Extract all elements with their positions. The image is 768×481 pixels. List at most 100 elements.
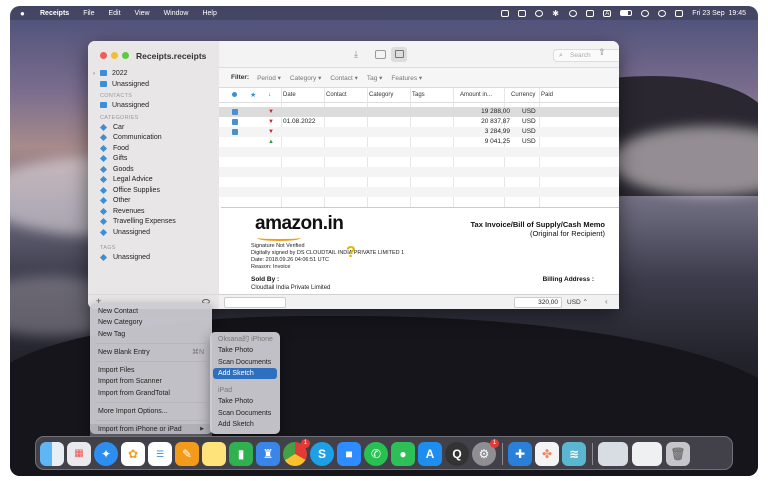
sidebar-item-car[interactable]: Car: [88, 123, 219, 134]
zoom-icon[interactable]: ■: [337, 442, 361, 466]
column-tags[interactable]: Tags: [412, 92, 425, 98]
status-app-icon[interactable]: [586, 9, 595, 17]
menu-view[interactable]: View: [135, 10, 150, 17]
menu-import-iphone-ipad[interactable]: Import from iPhone or iPad ▶: [90, 424, 212, 436]
status-app-icon[interactable]: [569, 9, 578, 17]
sidebar-item-2022[interactable]: › 2022: [88, 69, 219, 80]
sidebar-item-other[interactable]: Other: [88, 196, 219, 207]
table-row[interactable]: ▼ 3 284,99 USD: [219, 127, 619, 137]
currency-select[interactable]: USD ⌃: [567, 298, 588, 306]
quicktime-icon[interactable]: Q: [445, 442, 469, 466]
table-row[interactable]: ▲ 9 041,25 USD: [219, 137, 619, 147]
menu-new-blank-entry[interactable]: New Blank Entry ⌘N: [90, 347, 212, 358]
search-field[interactable]: ⌕ Search: [553, 49, 619, 62]
submenu-iphone-take-photo[interactable]: Take Photo: [210, 345, 280, 356]
sidebar-item-unassigned-category[interactable]: Unassigned: [88, 228, 219, 239]
sidebar-item-gifts[interactable]: Gifts: [88, 154, 219, 165]
whatsapp-icon[interactable]: ✆: [364, 442, 388, 466]
menu-new-contact[interactable]: New Contact: [90, 306, 212, 317]
sidebar-item-communication[interactable]: Communication: [88, 133, 219, 144]
sidebar-item-unassigned-tag[interactable]: Unassigned: [88, 253, 219, 264]
wechat-icon[interactable]: ●: [391, 442, 415, 466]
receipt-preview[interactable]: amazon.in Tax Invoice/Bill of Supply/Cas…: [221, 207, 619, 291]
bluetooth-icon[interactable]: ✱: [552, 9, 560, 17]
flag-column-icon[interactable]: ↓: [268, 92, 271, 98]
nimbus-icon[interactable]: ✤: [535, 442, 559, 466]
system-preferences-icon[interactable]: ⚙ 1: [472, 439, 499, 466]
column-paid[interactable]: Paid: [541, 92, 553, 98]
column-amount[interactable]: Amount in...: [460, 92, 492, 98]
zoom-window-button[interactable]: [122, 52, 129, 59]
status-app-icon[interactable]: [518, 9, 527, 17]
sidebar-item-revenues[interactable]: Revenues: [88, 207, 219, 218]
menu-import-files[interactable]: Import Files: [90, 365, 212, 376]
safari-icon[interactable]: ✦: [94, 442, 118, 466]
sidebar-item-travelling-expenses[interactable]: Travelling Expenses: [88, 217, 219, 228]
control-center-icon[interactable]: [675, 9, 684, 17]
trash-icon[interactable]: 🗑: [666, 442, 690, 466]
column-contact[interactable]: Contact: [326, 92, 347, 98]
filter-tag[interactable]: Tag ▾: [367, 74, 383, 82]
menu-file[interactable]: File: [83, 10, 94, 17]
menu-new-category[interactable]: New Category: [90, 317, 212, 328]
star-icon[interactable]: ★: [250, 91, 256, 99]
sidebar-item-office-supplies[interactable]: Office Supplies: [88, 186, 219, 197]
minimize-window-button[interactable]: [111, 52, 118, 59]
sidebar-item-legal-advice[interactable]: Legal Advice: [88, 175, 219, 186]
search-icon[interactable]: [658, 9, 667, 17]
menu-import-scanner[interactable]: Import from Scanner: [90, 376, 212, 387]
downloads-icon[interactable]: [598, 442, 628, 466]
menu-window[interactable]: Window: [164, 10, 189, 17]
menu-edit[interactable]: Edit: [108, 10, 120, 17]
notes-icon[interactable]: [202, 442, 226, 466]
sidebar-item-unassigned-year[interactable]: Unassigned: [88, 80, 219, 91]
apple-icon[interactable]: ●: [20, 9, 30, 18]
details-field[interactable]: [224, 297, 286, 308]
wifi-icon[interactable]: [641, 9, 650, 17]
receipts-app-icon[interactable]: ✚: [508, 442, 532, 466]
skype-icon[interactable]: S: [310, 442, 334, 466]
download-icon[interactable]: ⤓: [351, 50, 361, 59]
reminders-icon[interactable]: ☰: [148, 442, 172, 466]
submenu-iphone-scan-documents[interactable]: Scan Documents: [210, 357, 280, 368]
chevron-left-icon[interactable]: ‹: [605, 297, 608, 306]
photos-icon[interactable]: ✿: [121, 442, 145, 466]
sidebar-item-food[interactable]: Food: [88, 144, 219, 155]
submenu-ipad-take-photo[interactable]: Take Photo: [210, 396, 280, 407]
sidebar-item-unassigned-contact[interactable]: Unassigned: [88, 101, 219, 112]
table-row[interactable]: ▼ 19 288,00 USD: [219, 107, 619, 117]
finder-icon[interactable]: [40, 442, 64, 466]
menu-help[interactable]: Help: [202, 10, 216, 17]
column-category[interactable]: Category: [369, 92, 393, 98]
stack-icon[interactable]: ≋: [562, 442, 586, 466]
menu-more-import-options[interactable]: More Import Options...: [90, 406, 212, 417]
share-icon[interactable]: ⇪: [597, 48, 607, 57]
split-view-icon[interactable]: [375, 50, 386, 59]
filter-category[interactable]: Category ▾: [290, 74, 321, 82]
menu-new-tag[interactable]: New Tag: [90, 329, 212, 340]
launchpad-icon[interactable]: ▦: [67, 442, 91, 466]
sidebar-item-goods[interactable]: Goods: [88, 165, 219, 176]
filter-period[interactable]: Period ▾: [257, 74, 281, 82]
submenu-ipad-scan-documents[interactable]: Scan Documents: [210, 408, 280, 419]
table-row[interactable]: ▼ 01.08.2022 20 837,87 USD: [219, 117, 619, 127]
amount-field[interactable]: 320,00: [514, 297, 562, 308]
numbers-icon[interactable]: ▮: [229, 442, 253, 466]
submenu-iphone-add-sketch[interactable]: Add Sketch: [213, 367, 277, 380]
keynote-icon[interactable]: ♜: [256, 442, 280, 466]
menu-import-grandtotal[interactable]: Import from GrandTotal: [90, 388, 212, 399]
column-status[interactable]: [232, 92, 237, 99]
pages-icon[interactable]: ✎: [175, 442, 199, 466]
column-currency[interactable]: Currency: [511, 92, 535, 98]
receipts-doc-icon[interactable]: [632, 442, 662, 466]
battery-icon[interactable]: [620, 10, 633, 16]
filter-contact[interactable]: Contact ▾: [330, 74, 357, 82]
menu-app-name[interactable]: Receipts: [40, 10, 69, 17]
preview-toggle-button[interactable]: [391, 47, 407, 62]
chrome-icon[interactable]: 1: [283, 439, 310, 466]
app-store-icon[interactable]: A: [418, 442, 442, 466]
filter-features[interactable]: Features ▾: [391, 74, 422, 82]
status-app-icon[interactable]: [535, 9, 544, 17]
submenu-ipad-add-sketch[interactable]: Add Sketch: [210, 419, 280, 430]
status-app-icon[interactable]: [501, 9, 510, 17]
